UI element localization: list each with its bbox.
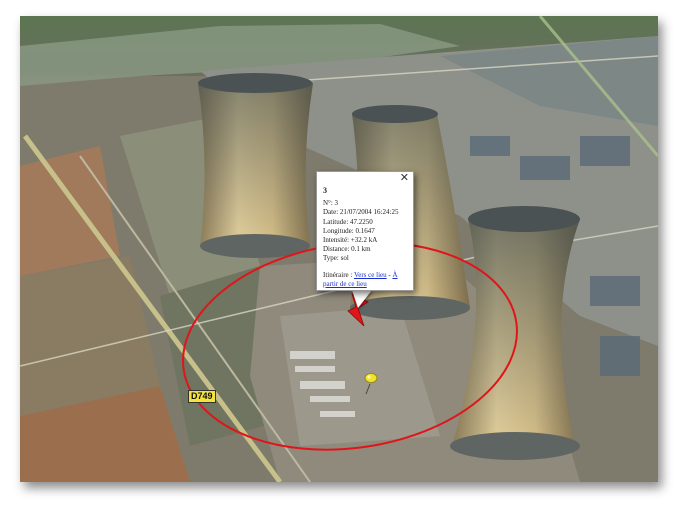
field-longitude: Longitude: 0.1647: [323, 226, 375, 235]
itinerary-label: Itinéraire :: [323, 270, 354, 279]
close-icon[interactable]: ✕: [400, 172, 409, 183]
itinerary-line: Itinéraire : Vers ce lieu - À partir de …: [323, 271, 398, 288]
field-date: Date: 21/07/2004 16:24:25: [323, 208, 399, 217]
field-type: Type: sol: [323, 254, 349, 263]
popup-tail: [352, 290, 372, 308]
cooling-tower-1: [198, 73, 313, 258]
popup-title: 3: [323, 186, 327, 195]
field-distance: Distance: 0.1 km: [323, 245, 371, 254]
field-latitude: Latitude: 47.2250: [323, 217, 373, 226]
field-intensity: Intensité: +32.2 kA: [323, 236, 378, 245]
directions-to-link[interactable]: Vers ce lieu: [354, 271, 387, 279]
road-label-d749: D749: [188, 390, 216, 403]
info-popup: ✕ 3 N°: 3 Date: 21/07/2004 16:24:25 Lati…: [316, 171, 414, 291]
map-view[interactable]: D749 ✕ 3 N°: 3 Date: 21/07/2004 16:24:25…: [20, 16, 658, 482]
field-number: N°: 3: [323, 199, 339, 208]
